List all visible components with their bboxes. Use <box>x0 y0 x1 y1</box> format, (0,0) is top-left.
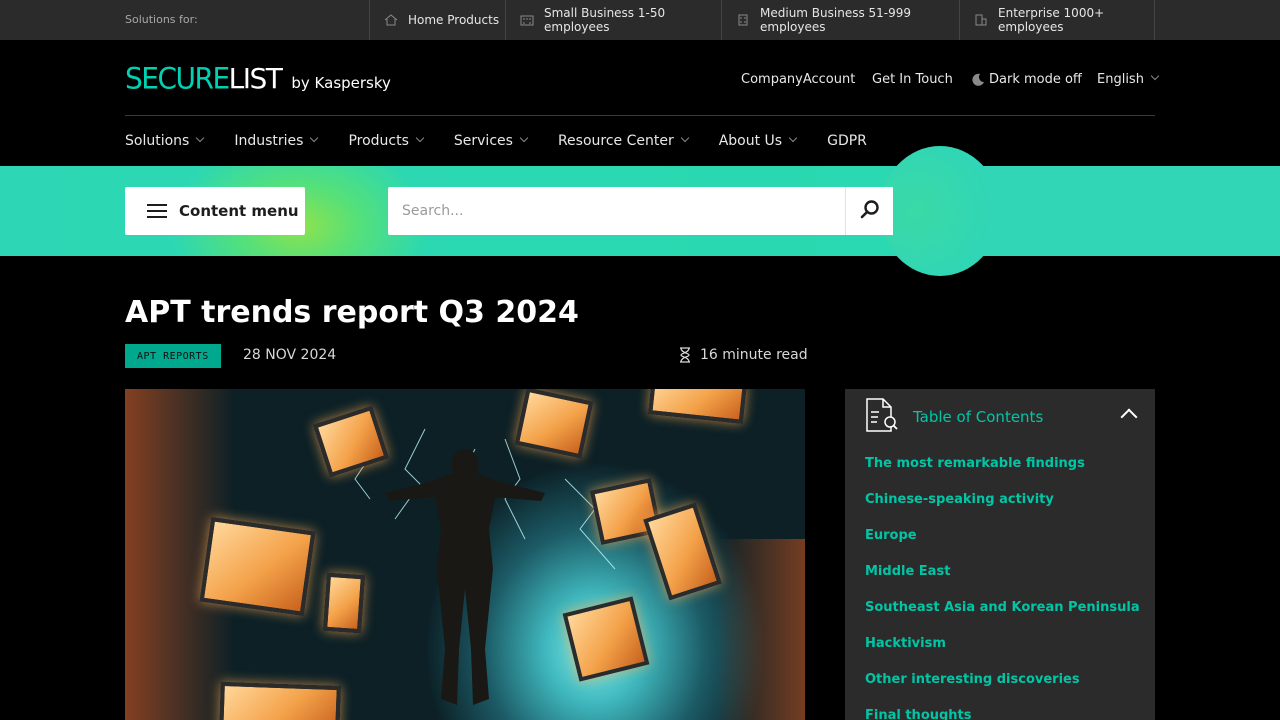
get-in-touch-link[interactable]: Get In Touch <box>872 70 953 88</box>
read-time: 16 minute read <box>678 347 808 363</box>
toc-item[interactable]: Middle East <box>865 563 1140 599</box>
nav-item-industries[interactable]: Industries <box>234 132 319 150</box>
solutions-bar: Solutions for: Home Products Small Busin… <box>0 0 1280 40</box>
toc-list: The most remarkable findings Chinese-spe… <box>865 455 1140 720</box>
segment-label: Enterprise 1000+ employees <box>998 6 1105 34</box>
header-divider <box>125 115 1155 116</box>
search-icon <box>860 199 880 223</box>
document-search-icon <box>865 397 899 437</box>
chevron-down-icon <box>519 133 529 143</box>
chevron-down-icon <box>680 133 689 143</box>
person-silhouette <box>385 449 545 705</box>
toc-item[interactable]: Final thoughts <box>865 707 1140 720</box>
nav-item-solutions[interactable]: Solutions <box>125 132 205 150</box>
toc-item[interactable]: The most remarkable findings <box>865 455 1140 491</box>
search-button[interactable] <box>845 187 893 235</box>
article-title: APT trends report Q3 2024 <box>125 295 579 330</box>
table-of-contents: Table of Contents The most remarkable fi… <box>845 389 1155 720</box>
floating-screen <box>219 681 341 720</box>
toc-item[interactable]: Europe <box>865 527 1140 563</box>
dark-mode-toggle[interactable]: Dark mode off <box>972 70 1082 88</box>
hero-image <box>125 389 805 720</box>
read-time-label: 16 minute read <box>700 347 808 363</box>
band-decoration <box>880 146 1280 276</box>
moon-icon <box>972 73 985 86</box>
segment-label: Home Products <box>408 13 500 27</box>
segment-home-products[interactable]: Home Products <box>369 0 505 40</box>
publish-date: 28 NOV 2024 <box>243 347 337 363</box>
chevron-down-icon <box>196 133 205 143</box>
medium-building-icon <box>736 14 750 26</box>
segment-enterprise[interactable]: Enterprise 1000+ employees <box>959 0 1155 40</box>
language-selector[interactable]: English <box>1097 70 1160 88</box>
segment-label: Small Business 1-50 employees <box>544 6 666 34</box>
language-label: English <box>1097 71 1144 87</box>
logo-list: LIST <box>228 62 283 95</box>
toc-item[interactable]: Southeast Asia and Korean Peninsula <box>865 599 1140 635</box>
nav-item-about-us[interactable]: About Us <box>719 132 798 150</box>
solutions-label: Solutions for: <box>125 13 198 26</box>
chevron-down-icon <box>1150 71 1160 81</box>
segment-medium-business[interactable]: Medium Business 51-999 employees <box>721 0 959 40</box>
chevron-down-icon <box>415 133 425 143</box>
floating-screen <box>199 517 316 616</box>
content-menu-label: Content menu <box>179 202 299 220</box>
chevron-down-icon <box>310 133 319 143</box>
nav-item-services[interactable]: Services <box>454 132 529 150</box>
category-tag[interactable]: APT REPORTS <box>125 344 221 368</box>
securelist-logo[interactable]: SECURE LIST by Kaspersky <box>125 61 391 96</box>
segment-label: Medium Business 51-999 employees <box>760 6 912 34</box>
toc-title: Table of Contents <box>913 408 1044 426</box>
content-menu-button[interactable]: Content menu <box>125 187 305 235</box>
nav-item-gdpr[interactable]: GDPR <box>827 132 867 150</box>
chevron-down-icon <box>788 133 798 143</box>
toc-header[interactable]: Table of Contents <box>865 397 1138 437</box>
chevron-up-icon[interactable] <box>1120 408 1138 426</box>
house-icon <box>384 14 398 26</box>
nav-item-products[interactable]: Products <box>348 132 425 150</box>
company-account-link[interactable]: CompanyAccount <box>741 70 855 88</box>
toc-item[interactable]: Chinese-speaking activity <box>865 491 1140 527</box>
search-input[interactable] <box>388 187 845 235</box>
hamburger-icon <box>147 204 167 218</box>
floating-screen <box>323 572 365 634</box>
nav-item-resource-center[interactable]: Resource Center <box>558 132 689 150</box>
hourglass-icon <box>678 347 692 363</box>
toc-item[interactable]: Other interesting discoveries <box>865 671 1140 707</box>
main-nav: Solutions Industries Products Services R… <box>125 132 898 150</box>
toc-item[interactable]: Hacktivism <box>865 635 1140 671</box>
enterprise-building-icon <box>974 14 988 26</box>
search-box <box>388 187 893 235</box>
dark-mode-label: Dark mode off <box>989 71 1082 87</box>
segment-small-business[interactable]: Small Business 1-50 employees <box>505 0 721 40</box>
logo-by-kaspersky: by Kaspersky <box>291 74 391 92</box>
small-building-icon <box>520 14 534 26</box>
logo-secure: SECURE <box>125 61 230 96</box>
